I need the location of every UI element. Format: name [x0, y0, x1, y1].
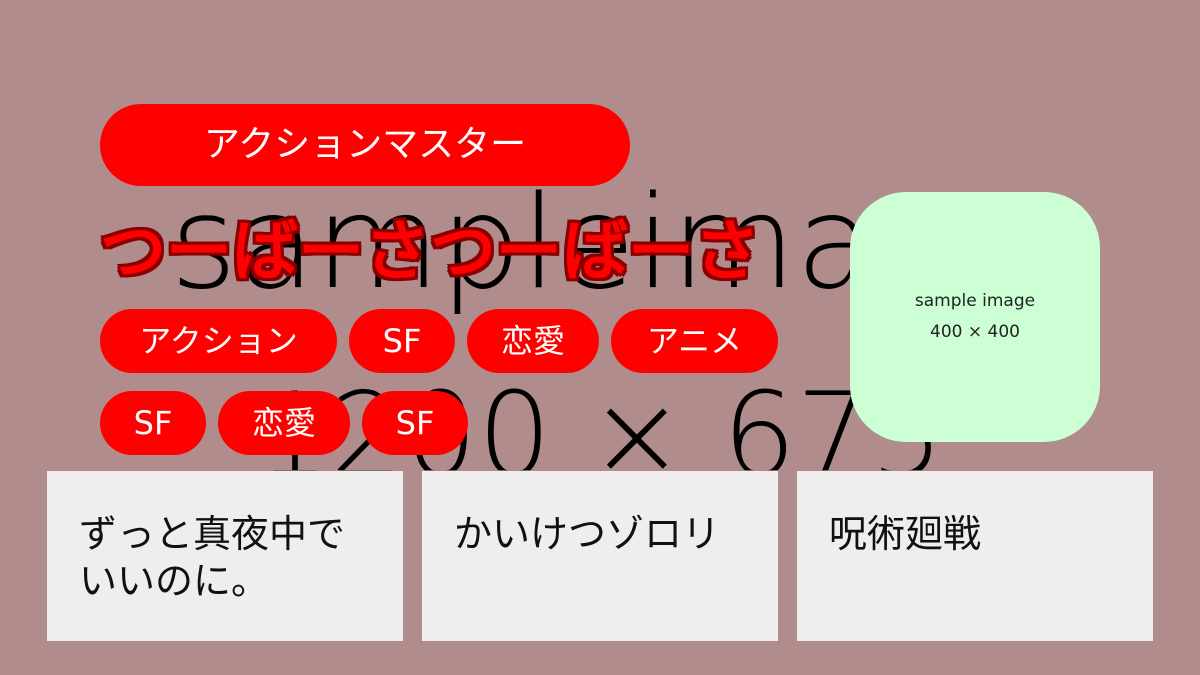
page-title: つーばーさつーばーさ: [100, 213, 760, 290]
card-title: かいけつゾロリ: [454, 512, 721, 556]
card-title: 呪術廻戦: [829, 512, 982, 556]
tag-label: SF: [395, 404, 435, 442]
sample-image-dimensions: 400 × 400: [930, 322, 1020, 342]
tag-label: SF: [133, 404, 173, 442]
tag-romance[interactable]: 恋愛: [467, 309, 599, 373]
tag-romance[interactable]: 恋愛: [218, 391, 350, 455]
card-title: ずっと真夜中でいいのに。: [79, 512, 346, 603]
card-item[interactable]: かいけつゾロリ: [422, 471, 778, 641]
tag-sf[interactable]: SF: [100, 391, 206, 455]
tag-label: SF: [382, 322, 422, 360]
tag-action[interactable]: アクション: [100, 309, 337, 373]
tag-label: アクション: [139, 322, 298, 360]
tag-label: 恋愛: [251, 404, 316, 442]
card-item[interactable]: ずっと真夜中でいいのに。: [47, 471, 403, 641]
sample-image-caption: sample image: [914, 291, 1036, 311]
tag-anime[interactable]: アニメ: [611, 309, 778, 373]
main-category-label: アクションマスター: [203, 124, 527, 165]
tag-sf[interactable]: SF: [362, 391, 468, 455]
tag-label: 恋愛: [500, 322, 565, 360]
sample-image-placeholder: sample image 400 × 400: [850, 192, 1100, 442]
main-category-tag[interactable]: アクションマスター: [100, 104, 630, 186]
tag-label: アニメ: [646, 322, 743, 360]
tag-sf[interactable]: SF: [349, 309, 455, 373]
card-item[interactable]: 呪術廻戦: [797, 471, 1153, 641]
